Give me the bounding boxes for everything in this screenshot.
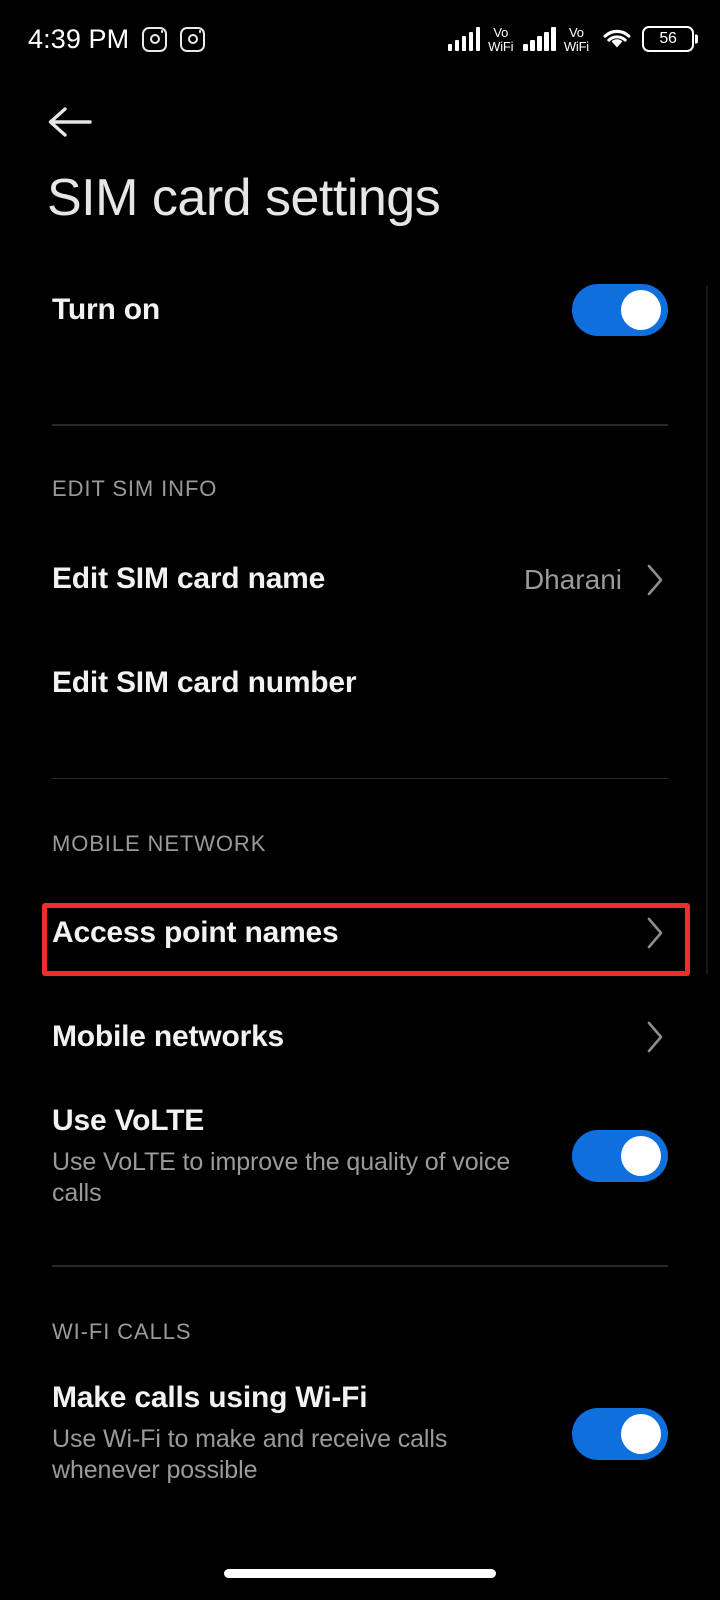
settings-row-edit-sim-card-name[interactable]: Edit SIM card name Dharani xyxy=(0,538,720,622)
section-header-mobile-network: MOBILE NETWORK xyxy=(52,831,267,856)
row-texts: Mobile networks xyxy=(52,1019,642,1056)
row-texts: Use VoLTE Use VoLTE to improve the quali… xyxy=(52,1103,572,1209)
signal-bars-icon xyxy=(523,27,556,51)
section-header-wifi-calls: WI-FI CALLS xyxy=(52,1318,192,1344)
toggle-use-volte[interactable] xyxy=(572,1130,668,1182)
settings-row-use-volte[interactable]: Use VoLTE Use VoLTE to improve the quali… xyxy=(0,1101,720,1211)
row-value-text: Dharani xyxy=(523,563,622,595)
settings-row-turn-on[interactable]: Turn on xyxy=(0,262,720,358)
vowifi-label-1: Vo WiFi xyxy=(488,24,514,54)
scrollbar[interactable] xyxy=(706,285,708,975)
toggle-make-calls-using-wifi[interactable] xyxy=(572,1407,668,1460)
battery-icon: 56 xyxy=(642,26,694,52)
signal-bars-icon xyxy=(447,27,481,51)
status-bar-left: 4:39 PM xyxy=(28,23,206,55)
row-texts: Make calls using Wi-Fi Use Wi-Fi to make… xyxy=(52,1380,572,1486)
settings-list: Turn on EDIT SIM INFO Edit SIM card name… xyxy=(0,262,720,1489)
chevron-right-icon xyxy=(642,913,668,953)
row-primary-label: Edit SIM card number xyxy=(52,666,357,700)
toggle-knob xyxy=(621,1136,661,1176)
row-primary-label: Use VoLTE xyxy=(52,1103,205,1137)
wifi-icon xyxy=(602,28,632,50)
instagram-icon xyxy=(142,26,168,52)
row-primary-label: Mobile networks xyxy=(52,1019,285,1053)
row-texts: Access point names xyxy=(52,915,642,952)
settings-row-edit-sim-card-number[interactable]: Edit SIM card number xyxy=(0,642,720,726)
chevron-right-icon xyxy=(642,1017,668,1057)
section-header-edit-sim-info: EDIT SIM INFO xyxy=(52,475,218,501)
row-secondary-label: Use VoLTE to improve the quality of voic… xyxy=(52,1147,511,1207)
row-texts: Turn on xyxy=(52,292,572,329)
battery-level-text: 56 xyxy=(659,30,677,47)
back-arrow-icon xyxy=(48,107,92,137)
row-primary-label: Make calls using Wi-Fi xyxy=(52,1381,368,1415)
chevron-right-icon xyxy=(642,560,668,600)
settings-row-access-point-names[interactable]: Access point names xyxy=(0,891,720,975)
status-bar-clock: 4:39 PM xyxy=(28,23,130,54)
vowifi-label-2: Vo WiFi xyxy=(563,24,589,54)
back-button[interactable] xyxy=(44,96,100,148)
instagram-icon xyxy=(180,26,206,52)
home-indicator[interactable] xyxy=(224,1569,496,1578)
phone-screen: 4:39 PM Vo WiFi Vo WiFi 56 SIM card sett… xyxy=(0,0,720,1600)
row-primary-label: Turn on xyxy=(52,292,161,326)
settings-row-make-calls-using-wifi[interactable]: Make calls using Wi-Fi Use Wi-Fi to make… xyxy=(0,1379,720,1489)
status-bar-right: Vo WiFi Vo WiFi 56 xyxy=(447,24,694,54)
toggle-turn-on[interactable] xyxy=(572,284,668,336)
toggle-knob xyxy=(621,1413,661,1454)
status-bar: 4:39 PM Vo WiFi Vo WiFi 56 xyxy=(0,0,720,78)
row-texts: Edit SIM card name xyxy=(52,561,524,598)
row-primary-label: Edit SIM card name xyxy=(52,562,326,596)
settings-row-mobile-networks[interactable]: Mobile networks xyxy=(0,995,720,1079)
row-secondary-label: Use Wi-Fi to make and receive calls when… xyxy=(52,1425,448,1485)
row-texts: Edit SIM card number xyxy=(52,665,668,702)
row-primary-label: Access point names xyxy=(52,915,339,949)
page-title: SIM card settings xyxy=(47,169,441,227)
toggle-knob xyxy=(621,290,661,330)
